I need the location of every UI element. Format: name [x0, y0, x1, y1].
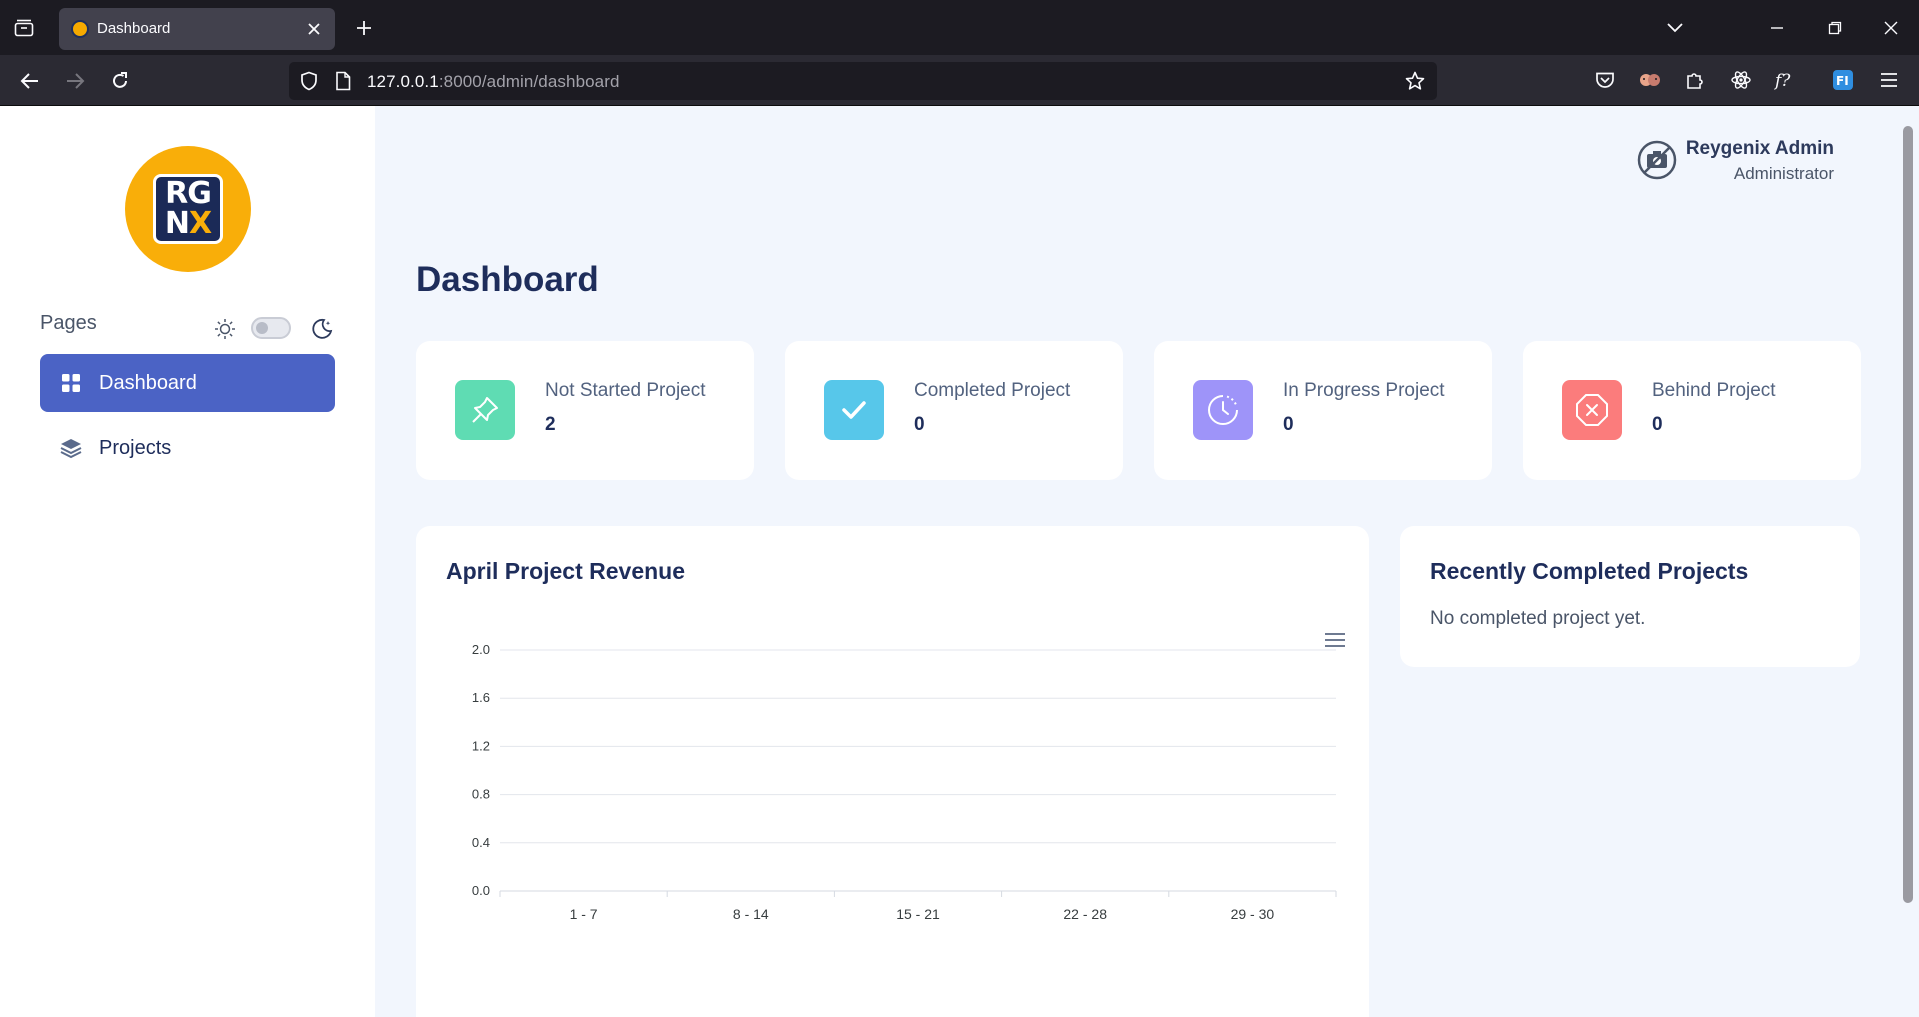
y-tick-label: 0.4: [472, 835, 490, 850]
tab-list-icon[interactable]: [10, 14, 38, 42]
url-host: 127.0.0.1: [367, 72, 439, 91]
stat-card-behind[interactable]: Behind Project 0: [1523, 341, 1861, 480]
x-tick-label: 8 - 14: [733, 906, 769, 922]
page-viewport: RG NX Pages Dashboard Projects Reygenix …: [0, 106, 1919, 1017]
new-tab-plus-icon[interactable]: [350, 14, 378, 42]
y-tick-label: 0.0: [472, 883, 490, 898]
back-arrow-icon[interactable]: [14, 65, 46, 97]
empty-state-text: No completed project yet.: [1430, 608, 1646, 629]
shield-icon[interactable]: [297, 69, 321, 93]
fi-extension-icon[interactable]: FI: [1828, 65, 1858, 95]
theme-switcher: [213, 314, 335, 344]
stat-card-not-started[interactable]: Not Started Project 2: [416, 341, 754, 480]
stat-card-in-progress[interactable]: In Progress Project 0: [1154, 341, 1492, 480]
browser-nav-bar: 127.0.0.1:8000/admin/dashboard f? FI: [0, 55, 1919, 106]
main-content: Reygenix Admin Administrator Dashboard N…: [375, 106, 1896, 1017]
restore-icon[interactable]: [1820, 14, 1850, 42]
layers-icon: [59, 436, 83, 460]
sidebar: RG NX Pages Dashboard Projects: [0, 106, 375, 1017]
logo-mark: RG NX: [153, 174, 223, 244]
reload-icon[interactable]: [104, 65, 136, 97]
y-tick-label: 1.2: [472, 738, 490, 753]
tab-overflow-chevron-icon[interactable]: [1660, 14, 1690, 42]
scrollbar-thumb[interactable]: [1903, 126, 1913, 903]
toggle-knob: [256, 322, 268, 334]
stat-label: Behind Project: [1652, 380, 1776, 401]
forward-arrow-icon[interactable]: [59, 65, 91, 97]
close-icon[interactable]: [303, 18, 325, 40]
user-role: Administrator: [1733, 164, 1834, 183]
x-tick-label: 15 - 21: [896, 906, 940, 922]
x-tick-label: 1 - 7: [570, 906, 598, 922]
browser-tab-bar: Dashboard: [0, 0, 1919, 55]
stat-label: Completed Project: [914, 380, 1071, 401]
extension-faces-icon[interactable]: [1635, 65, 1665, 95]
moon-icon: [310, 317, 334, 346]
hamburger-menu-icon[interactable]: [1874, 65, 1904, 95]
grid-icon: [59, 371, 83, 395]
page-icon[interactable]: [331, 69, 355, 93]
svg-text:f?: f?: [1773, 71, 1791, 90]
x-octagon-icon: [1562, 380, 1622, 440]
page-title: Dashboard: [416, 260, 599, 299]
user-menu[interactable]: Reygenix Admin Administrator: [1686, 138, 1834, 184]
recent-title: Recently Completed Projects: [1430, 558, 1749, 584]
y-tick-label: 0.8: [472, 787, 490, 802]
recent-projects-card: Recently Completed Projects No completed…: [1400, 526, 1860, 667]
logo-line-1: RG: [165, 176, 212, 211]
favicon-icon: [71, 20, 89, 38]
stat-value: 0: [914, 414, 925, 435]
sidebar-item-projects[interactable]: Projects: [40, 419, 335, 477]
check-icon: [824, 380, 884, 440]
sidebar-item-dashboard[interactable]: Dashboard: [40, 354, 335, 412]
logo-letter-x: X: [188, 206, 212, 241]
address-bar[interactable]: 127.0.0.1:8000/admin/dashboard: [289, 62, 1437, 100]
url-text[interactable]: 127.0.0.1:8000/admin/dashboard: [367, 72, 620, 92]
stat-value: 0: [1652, 414, 1663, 435]
stat-value: 0: [1283, 414, 1294, 435]
x-tick-label: 29 - 30: [1231, 906, 1275, 922]
bookmark-star-icon[interactable]: [1403, 69, 1427, 93]
revenue-chart-card: April Project Revenue 0.0 0.4 0.8 1.2 1.6 2.0…: [416, 526, 1369, 1017]
browser-tab[interactable]: Dashboard: [59, 8, 335, 50]
y-tick-label: 1.6: [472, 690, 490, 705]
react-devtools-icon[interactable]: [1726, 65, 1756, 95]
puzzle-extensions-icon[interactable]: [1680, 65, 1710, 95]
stat-card-completed[interactable]: Completed Project 0: [785, 341, 1123, 480]
sun-icon: [213, 317, 237, 346]
page-scrollbar[interactable]: [1896, 106, 1919, 1017]
revenue-chart: 0.0 0.4 0.8 1.2 1.6 2.0 1 - 7 8 - 14 15 - 21 22 -…: [472, 642, 1337, 922]
user-name: Reygenix Admin: [1685, 138, 1834, 159]
y-tick-label: 2.0: [472, 642, 490, 657]
stat-value: 2: [545, 414, 556, 435]
brand-logo[interactable]: RG NX: [125, 146, 251, 272]
pocket-icon[interactable]: [1590, 65, 1620, 95]
window-close-icon[interactable]: [1876, 14, 1906, 42]
logo-line-2: NX: [164, 206, 212, 241]
url-path: :8000/admin/dashboard: [438, 72, 620, 91]
svg-text:FI: FI: [1836, 74, 1849, 88]
stat-label: In Progress Project: [1283, 380, 1445, 401]
stat-label: Not Started Project: [545, 380, 706, 401]
sidebar-item-label: Projects: [99, 436, 172, 459]
logo-letter-n: N: [164, 206, 190, 241]
sidebar-item-label: Dashboard: [99, 371, 197, 394]
tab-title: Dashboard: [97, 20, 171, 37]
dark-mode-toggle[interactable]: [251, 317, 291, 339]
clock-icon: [1193, 380, 1253, 440]
x-tick-label: 22 - 28: [1063, 906, 1107, 922]
pin-icon: [455, 380, 515, 440]
font-finder-icon[interactable]: f?: [1770, 65, 1800, 95]
minimize-icon[interactable]: [1762, 14, 1792, 42]
pages-section-label: Pages: [40, 312, 97, 334]
no-photo-avatar-icon[interactable]: [1637, 140, 1677, 180]
